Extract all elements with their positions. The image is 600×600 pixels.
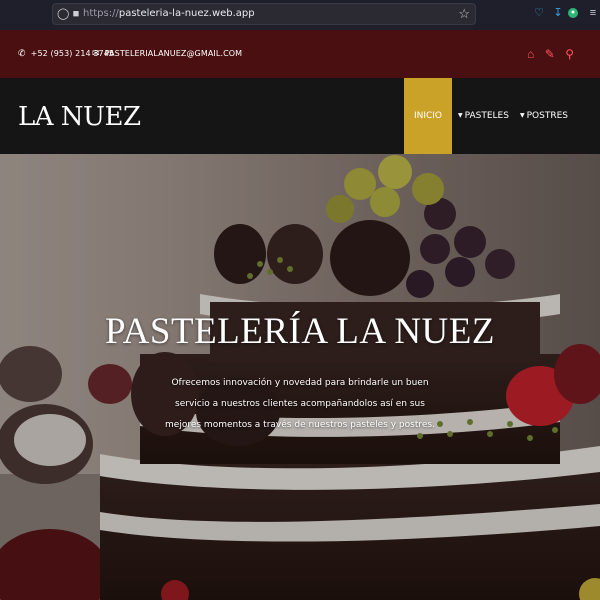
menu-icon[interactable]: ≡ <box>586 6 600 20</box>
shield-icon[interactable]: ◯ <box>57 7 69 21</box>
nav-item-pasteles[interactable]: ▼ PASTELES <box>458 78 509 154</box>
site-logo[interactable]: LA NUEZ <box>18 102 141 132</box>
browser-toolbar: ◯ ■ https://pasteleria-la-nuez.web.app ☆… <box>0 0 600 30</box>
hero-title: PASTELERÍA LA NUEZ <box>105 311 495 352</box>
download-icon[interactable]: ↧ <box>551 6 565 20</box>
main-navbar: LA NUEZ INICIO ▼ PASTELES ▼ POSTRES <box>0 78 600 154</box>
email-contact[interactable]: ✉ PASTELERIALANUEZ@GMAIL.COM <box>92 49 242 59</box>
url-text[interactable]: https://pasteleria-la-nuez.web.app <box>83 8 255 19</box>
top-contact-bar: ✆ +52 (953) 214 3745 ✉ PASTELERIALANUEZ@GM… <box>0 30 600 78</box>
phone-icon: ✆ <box>18 49 26 59</box>
bookmark-star-icon[interactable]: ☆ <box>458 6 470 22</box>
hero-banner: PASTELERÍA LA NUEZ Ofrecemos innovación … <box>0 154 600 600</box>
top-icon-group: ⌂ ✎ ⚲ <box>521 45 574 63</box>
extension-icon[interactable]: ● <box>568 8 578 18</box>
caret-down-icon: ▼ <box>520 112 525 119</box>
pocket-icon[interactable]: ♡ <box>532 6 546 20</box>
caret-down-icon: ▼ <box>458 112 463 119</box>
address-bar[interactable]: ◯ ■ https://pasteleria-la-nuez.web.app ☆ <box>52 3 476 25</box>
home-icon[interactable]: ⌂ <box>527 47 534 61</box>
nav-item-inicio[interactable]: INICIO <box>404 78 452 154</box>
edit-icon[interactable]: ✎ <box>545 47 555 61</box>
envelope-icon: ✉ <box>92 49 100 59</box>
lock-icon[interactable]: ■ <box>70 7 82 21</box>
nav-item-postres[interactable]: ▼ POSTRES <box>520 78 568 154</box>
search-icon[interactable]: ⚲ <box>565 47 574 61</box>
hero-description: Ofrecemos innovación y novedad para brin… <box>165 378 435 430</box>
